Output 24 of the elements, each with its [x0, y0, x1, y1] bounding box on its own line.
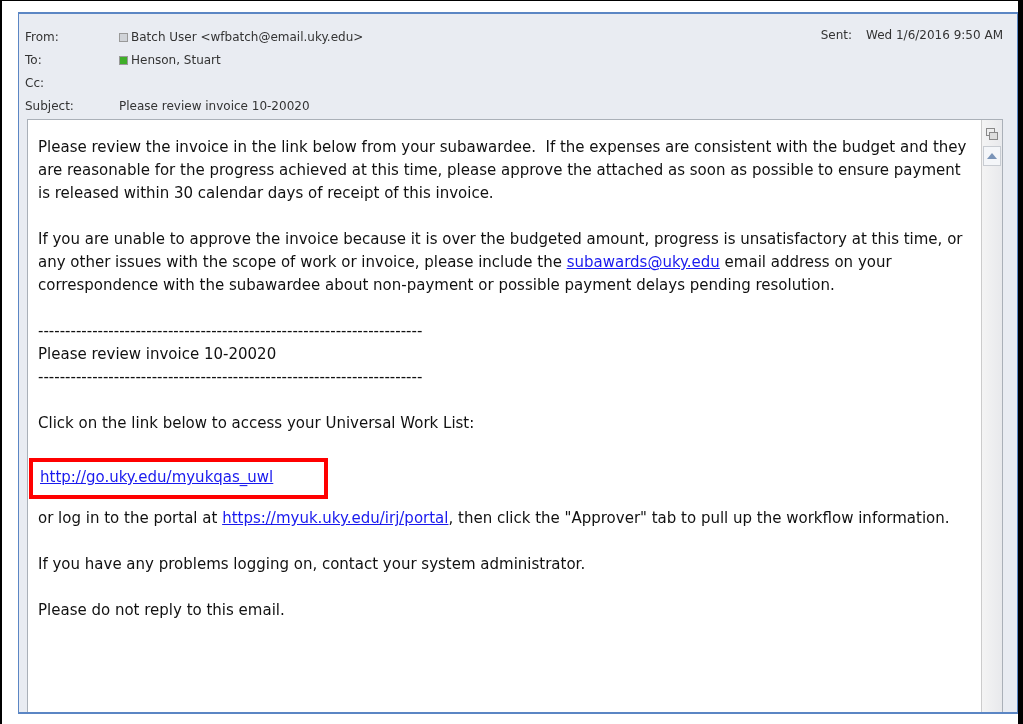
- field-value: Wed 1/6/2016 9:50 AM: [866, 28, 1003, 42]
- paragraph: or log in to the portal at https://myuk.uky.edu/irj/portal, then click the "Approver" tab to pull up the workflow information.: [38, 508, 951, 529]
- separator-line: -----------------------------------------------------------------------: [38, 321, 424, 342]
- separator-line: -----------------------------------------------------------------------: [38, 367, 424, 388]
- email-link[interactable]: subawards@uky.edu: [566, 253, 720, 271]
- paragraph: Click on the link below to access your Universal Work List:: [38, 413, 476, 434]
- field-label: Cc:: [25, 76, 46, 90]
- field-value: Please review invoice 10-20020: [119, 99, 310, 113]
- paragraph: If you have any problems logging on, contact your system administrator.: [38, 554, 587, 575]
- scroll-up-button[interactable]: [983, 146, 1001, 166]
- paragraph: If you are unable to approve the invoice because it is over the budgeted amount, progress is unsatisfactory at this time, or any other issues with the scope of work or invoice, please include the subawards@uky.edu email address on your correspondence with the subawardee about non-payment or possible payment delays pending resolution.: [38, 229, 964, 296]
- paragraph: Please do not reply to this email.: [38, 600, 286, 621]
- field-value: Batch User <wfbatch@email.uky.edu>: [131, 30, 364, 44]
- field-label: Sent:: [820, 28, 852, 42]
- field-value: Henson, Stuart: [131, 53, 221, 67]
- field-label: From:: [25, 30, 60, 44]
- paragraph: Please review the invoice in the link below from your subawardee. If the expenses are consistent with the budget and they are reasonable for the progress achieved at this time, please approve the attached as soon as possible to ensure payment is released within 30 calendar days of receipt of this invoice.: [38, 137, 968, 204]
- text-line: Please review invoice 10-20020: [38, 344, 278, 365]
- field-label: To:: [25, 53, 43, 67]
- email-link[interactable]: https://myuk.uky.edu/irj/portal: [222, 509, 449, 527]
- reading-pane-icon: [986, 128, 998, 140]
- up-arrow-icon: [987, 153, 997, 159]
- field-label: Subject:: [25, 99, 75, 113]
- email-link[interactable]: http://go.uky.edu/myukqas_uwl: [40, 468, 274, 486]
